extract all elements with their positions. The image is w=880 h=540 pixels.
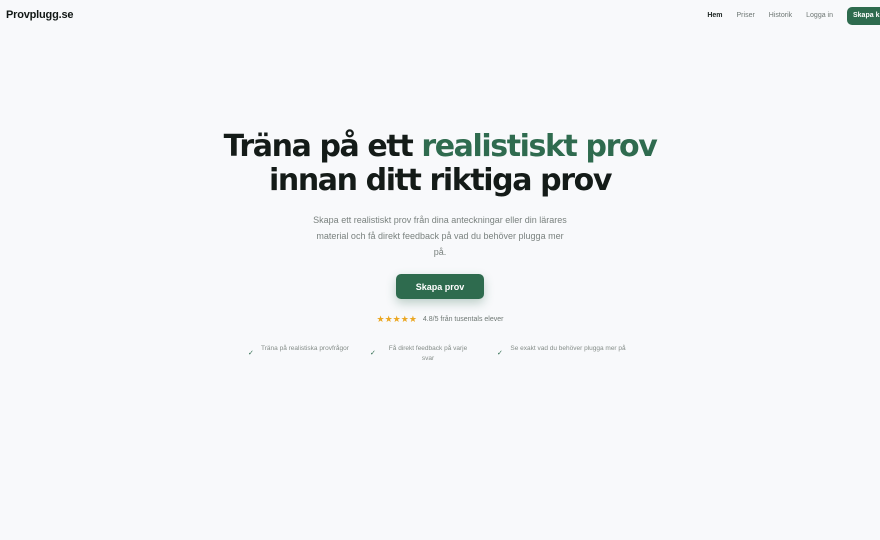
page: Provplugg.se Hem Priser Historik Logga i… [0,0,880,540]
feature-item: ✓ Få direkt feedback på varje svar [370,344,474,364]
rating-text: 4.8/5 från tusentals elever [422,316,504,323]
hero-title-line2: innan ditt riktiga prov [269,163,612,198]
feature-text: Få direkt feedback på varje svar [388,345,468,362]
top-navigation-bar: Provplugg.se Hem Priser Historik Logga i… [0,0,880,32]
feature-item: ✓ Träna på realistiska provfrågor [248,344,350,357]
hero-title: Träna på ett realistiskt prov innan ditt… [0,130,880,198]
star-icon: ★ [408,314,417,324]
check-icon: ✓ [497,350,503,357]
nav-link-logga-in[interactable]: Logga in [806,7,833,25]
nav-link-priser[interactable]: Priser [737,7,755,25]
feature-list: ✓ Träna på realistiska provfrågor ✓ Få d… [0,344,880,374]
header-create-button[interactable]: Skapa k [847,7,880,25]
rating-stars: ★ ★ ★ ★ ★ [377,314,417,325]
check-icon: ✓ [370,350,376,357]
nav-link-hem[interactable]: Hem [707,7,722,25]
feature-text: Träna på realistiska provfrågor [261,345,349,352]
star-icon: ★ [400,314,409,324]
feature-item: ✓ Se exakt vad du behöver plugga mer på [497,344,627,357]
star-icon: ★ [376,314,385,324]
nav-link-historik[interactable]: Historik [769,7,792,25]
feature-text: Se exakt vad du behöver plugga mer på [510,345,626,352]
hero-title-line1: Träna på ett realistiskt prov [223,129,658,164]
site-logo[interactable]: Provplugg.se [6,9,73,21]
hero-title-accent: realistiskt prov [421,129,657,164]
check-icon: ✓ [248,350,254,357]
create-test-button[interactable]: Skapa prov [396,274,484,299]
hero-title-plain: Träna på ett [223,129,422,164]
star-icon: ★ [384,314,393,324]
rating-row: ★ ★ ★ ★ ★ 4.8/5 från tusentals elever [0,314,880,325]
hero-subtitle: Skapa ett realistiskt prov från dina ant… [313,215,567,257]
main-nav: Hem Priser Historik Logga in Skapa k [707,7,880,25]
star-icon: ★ [392,314,401,324]
